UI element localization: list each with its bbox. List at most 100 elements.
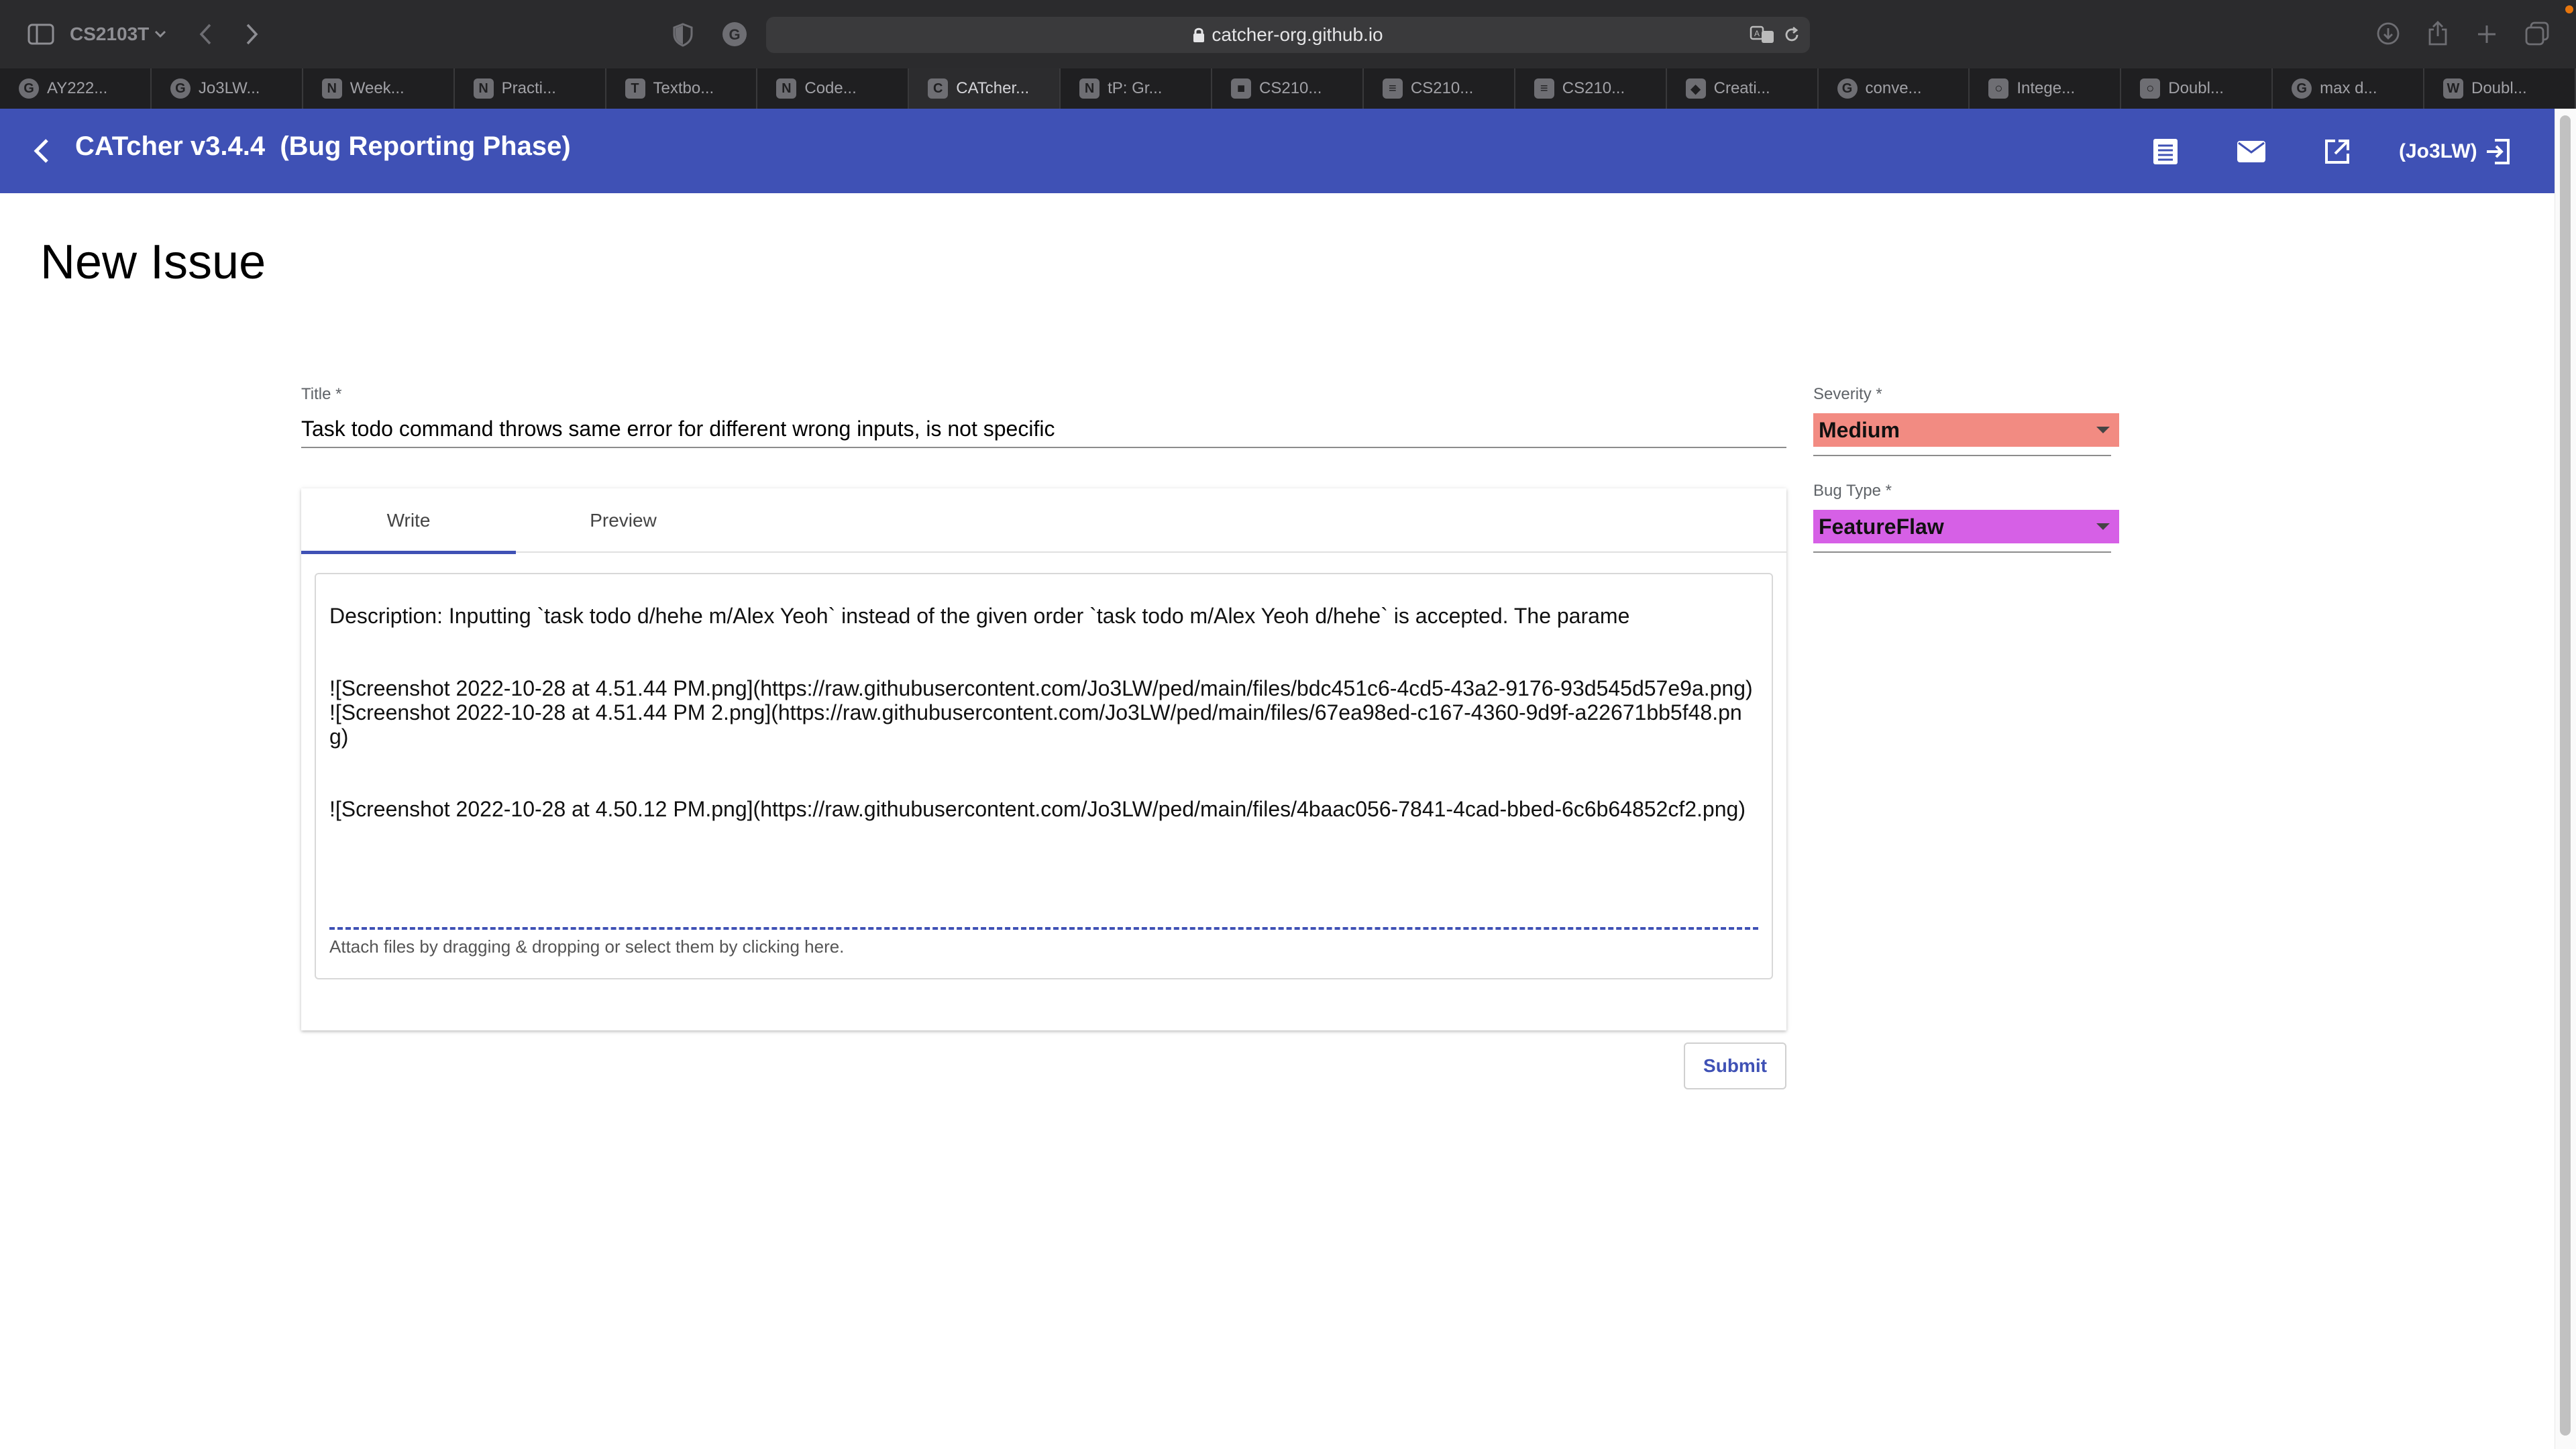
browser-tab-label: AY222... bbox=[47, 79, 108, 97]
tab-favicon-icon: ≡ bbox=[1534, 78, 1554, 99]
browser-tab[interactable]: ■ CS210... bbox=[1212, 68, 1364, 109]
logout-icon bbox=[2486, 139, 2510, 164]
tab-favicon-icon: C bbox=[928, 78, 949, 99]
browser-tab[interactable]: N Practi... bbox=[455, 68, 606, 109]
browser-tab-label: CATcher... bbox=[956, 79, 1030, 97]
severity-value: Medium bbox=[1819, 417, 1900, 442]
browser-tab-label: Textbo... bbox=[653, 79, 714, 97]
list-icon bbox=[2153, 139, 2178, 164]
open-external-button[interactable] bbox=[2318, 133, 2356, 170]
browser-titlebar: CS2103T G catcher-org.github.io A bbox=[0, 0, 2576, 68]
tab-favicon-icon: N bbox=[1079, 78, 1100, 99]
attach-files-hint[interactable]: Attach files by dragging & dropping or s… bbox=[329, 936, 844, 957]
tab-favicon-icon: ◆ bbox=[1685, 78, 1706, 99]
tab-favicon-icon: G bbox=[170, 78, 191, 99]
browser-tab-label: conve... bbox=[1865, 79, 1922, 97]
grammarly-icon[interactable]: G bbox=[720, 20, 749, 48]
description-textarea[interactable]: Description: Inputting `task todo d/hehe… bbox=[315, 573, 1773, 979]
tab-favicon-icon: G bbox=[1837, 78, 1858, 99]
severity-underline bbox=[1813, 455, 2111, 456]
browser-tab[interactable]: Gmax d... bbox=[2273, 68, 2424, 109]
svg-text:G: G bbox=[729, 26, 740, 43]
tab-favicon-icon: T bbox=[625, 78, 645, 99]
severity-label: Severity * bbox=[1813, 385, 1882, 403]
browser-tab[interactable]: G Jo3LW... bbox=[152, 68, 303, 109]
browser-tab[interactable]: ≡ CS210... bbox=[1515, 68, 1667, 109]
logout-button[interactable]: (Jo3LW) bbox=[2399, 133, 2512, 170]
tab-group-label: CS2103T bbox=[70, 23, 150, 44]
browser-tab[interactable]: G AY222... bbox=[0, 68, 152, 109]
translate-icon[interactable]: A bbox=[1750, 23, 1776, 46]
browser-tab-label: Jo3LW... bbox=[198, 79, 260, 97]
address-bar[interactable]: catcher-org.github.io A bbox=[766, 17, 1810, 53]
browser-tab-label: CS210... bbox=[1259, 79, 1322, 97]
app-title: CATcher v3.4.4 (Bug Reporting Phase) bbox=[75, 131, 571, 161]
tab-write[interactable]: Write bbox=[301, 488, 516, 554]
tab-overview-icon[interactable] bbox=[2524, 20, 2551, 47]
browser-tab-label: max d... bbox=[2320, 79, 2377, 97]
tab-favicon-icon: ○ bbox=[1988, 78, 2009, 99]
arrow-back-icon bbox=[34, 139, 48, 163]
browser-tab[interactable]: NtP: Gr... bbox=[1061, 68, 1212, 109]
browser-tab-label: CS210... bbox=[1562, 79, 1625, 97]
browser-tab[interactable]: ○ Intege... bbox=[1970, 68, 2122, 109]
lock-icon bbox=[1193, 28, 1205, 42]
browser-tab[interactable]: ◆ Creati... bbox=[1667, 68, 1819, 109]
bug-type-select[interactable]: FeatureFlaw bbox=[1813, 510, 2119, 543]
browser-tab-label: Creati... bbox=[1713, 79, 1770, 97]
submit-button[interactable]: Submit bbox=[1684, 1042, 1786, 1089]
browser-tab[interactable]: Gconve... bbox=[1819, 68, 1970, 109]
tab-favicon-icon: G bbox=[2292, 78, 2312, 99]
view-issues-button[interactable] bbox=[2147, 133, 2184, 170]
reload-icon[interactable] bbox=[1782, 25, 1802, 45]
browser-tab[interactable]: N Week... bbox=[303, 68, 455, 109]
tab-favicon-icon: W bbox=[2443, 78, 2463, 99]
tab-favicon-icon: N bbox=[321, 78, 342, 99]
privacy-shield-icon[interactable] bbox=[669, 21, 696, 48]
browser-tab[interactable]: W Doubl... bbox=[2424, 68, 2576, 109]
browser-tab-label: Practi... bbox=[501, 79, 556, 97]
browser-tab[interactable]: N Code... bbox=[757, 68, 910, 109]
back-nav-icon[interactable] bbox=[193, 20, 217, 48]
browser-tab-label: Doubl... bbox=[2471, 79, 2527, 97]
tab-favicon-icon: ≡ bbox=[1382, 78, 1403, 99]
mail-button[interactable] bbox=[2233, 133, 2270, 170]
tab-preview[interactable]: Preview bbox=[516, 488, 731, 553]
sidebar-toggle-icon[interactable] bbox=[27, 21, 55, 47]
url-text: catcher-org.github.io bbox=[1212, 24, 1383, 45]
svg-text:A: A bbox=[1754, 29, 1760, 38]
browser-tab[interactable]: ≡ CS210... bbox=[1364, 68, 1515, 109]
browser-tab-label: CS210... bbox=[1410, 79, 1474, 97]
bug-type-value: FeatureFlaw bbox=[1819, 514, 1944, 539]
tab-favicon-icon: ■ bbox=[1231, 78, 1251, 99]
bug-type-label: Bug Type * bbox=[1813, 482, 1892, 500]
description-text: Description: Inputting `task todo d/hehe… bbox=[329, 604, 1753, 821]
browser-tab[interactable]: C CATcher... bbox=[909, 68, 1061, 109]
downloads-icon[interactable] bbox=[2375, 20, 2402, 47]
browser-tab-label: Doubl... bbox=[2168, 79, 2224, 97]
back-button[interactable] bbox=[24, 134, 58, 168]
new-tab-icon[interactable] bbox=[2474, 21, 2500, 47]
attach-dropzone-divider bbox=[329, 927, 1758, 930]
browser-tab-label: Week... bbox=[350, 79, 405, 97]
page-scrollbar-thumb[interactable] bbox=[2560, 115, 2571, 1436]
description-editor-card: Write Preview Description: Inputting `ta… bbox=[301, 488, 1786, 1030]
app-toolbar: CATcher v3.4.4 (Bug Reporting Phase) (Jo… bbox=[0, 109, 2555, 193]
forward-nav-icon[interactable] bbox=[240, 20, 264, 48]
mail-icon bbox=[2237, 141, 2265, 162]
tab-group-selector[interactable]: CS2103T bbox=[70, 20, 166, 48]
browser-tab[interactable]: T Textbo... bbox=[606, 68, 758, 109]
browser-tab-strip: G AY222... G Jo3LW... N Week... N Practi... T Tex… bbox=[0, 68, 2576, 109]
tab-favicon-icon: N bbox=[776, 78, 797, 99]
severity-select[interactable]: Medium bbox=[1813, 413, 2119, 447]
dropdown-arrow-icon bbox=[2096, 427, 2110, 433]
tab-favicon-icon: N bbox=[473, 78, 494, 99]
title-input[interactable] bbox=[301, 411, 1786, 448]
browser-tab-label: Code... bbox=[804, 79, 857, 97]
bug-type-underline bbox=[1813, 551, 2111, 553]
share-icon[interactable] bbox=[2424, 19, 2451, 47]
browser-tab-label: Intege... bbox=[2017, 79, 2076, 97]
notification-dot bbox=[2565, 5, 2573, 13]
tab-favicon-icon: G bbox=[19, 78, 39, 99]
browser-tab[interactable]: ○ Doubl... bbox=[2121, 68, 2273, 109]
